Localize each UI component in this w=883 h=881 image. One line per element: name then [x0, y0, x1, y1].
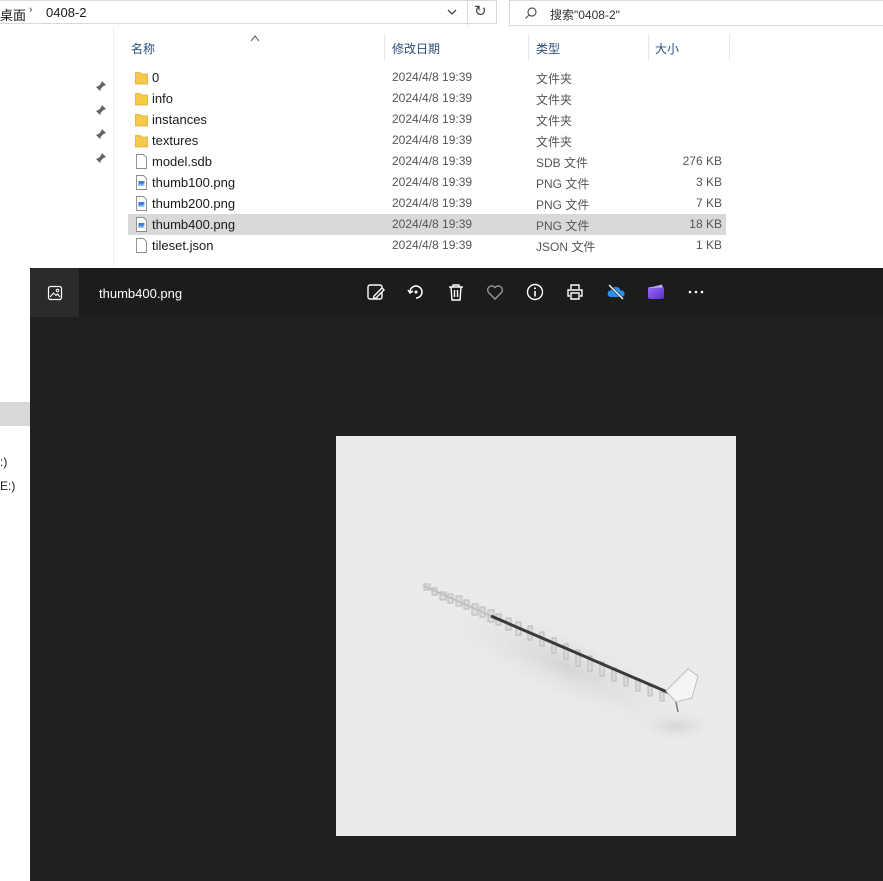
- file-type: PNG 文件: [536, 177, 590, 191]
- file-title: thumb400.png: [99, 286, 183, 301]
- file-row[interactable]: 0 2024/4/8 19:39 文件夹: [128, 67, 726, 88]
- file-type: 文件夹: [536, 135, 573, 149]
- file-row[interactable]: tileset.json 2024/4/8 19:39 JSON 文件 1 KB: [128, 235, 726, 256]
- breadcrumb-folder[interactable]: 0408-2: [46, 5, 86, 20]
- file-modified: 2024/4/8 19:39: [392, 175, 473, 189]
- folder-icon: [135, 133, 148, 148]
- file-name: thumb400.png: [152, 217, 236, 232]
- file-icon: [135, 238, 148, 253]
- image-file-icon: [135, 217, 148, 232]
- clipchamp-icon[interactable]: [646, 282, 666, 302]
- file-size: 18 KB: [689, 217, 722, 231]
- photos-app-icon: [47, 285, 63, 301]
- viewer-toolbar: thumb400.png: [30, 268, 883, 317]
- image-file-icon: [135, 196, 148, 211]
- sidebar-drive-label[interactable]: :): [0, 455, 7, 469]
- pin-icon[interactable]: [95, 128, 107, 140]
- file-name: thumb200.png: [152, 196, 236, 211]
- favorite-icon[interactable]: [485, 282, 505, 302]
- file-modified: 2024/4/8 19:39: [392, 70, 473, 84]
- folder-icon: [135, 112, 148, 127]
- file-modified: 2024/4/8 19:39: [392, 238, 473, 252]
- info-icon[interactable]: [525, 282, 545, 302]
- file-name: model.sdb: [152, 154, 212, 169]
- file-name: thumb100.png: [152, 175, 236, 190]
- folder-icon: [135, 91, 148, 106]
- file-modified: 2024/4/8 19:39: [392, 133, 473, 147]
- file-size: 3 KB: [695, 175, 722, 189]
- pin-icon[interactable]: [95, 80, 107, 92]
- more-icon[interactable]: [686, 282, 706, 302]
- sidebar-drive-label[interactable]: E:): [0, 479, 15, 493]
- file-type: 文件夹: [536, 114, 573, 128]
- search-icon: [524, 6, 538, 20]
- column-header-size[interactable]: 大小: [649, 34, 729, 60]
- file-type: 文件夹: [536, 93, 573, 107]
- file-modified: 2024/4/8 19:39: [392, 217, 473, 231]
- refresh-icon[interactable]: ↻: [474, 2, 487, 20]
- file-row[interactable]: info 2024/4/8 19:39 文件夹: [128, 88, 726, 109]
- file-size: 276 KB: [682, 154, 722, 168]
- column-divider[interactable]: [729, 34, 730, 60]
- search-input[interactable]: 搜索"0408-2": [509, 0, 883, 26]
- file-row[interactable]: thumb100.png 2024/4/8 19:39 PNG 文件 3 KB: [128, 172, 726, 193]
- address-bar[interactable]: 桌面 › 0408-2 ↻: [0, 0, 497, 25]
- pin-icon[interactable]: [95, 152, 107, 164]
- breadcrumb-desktop[interactable]: 桌面: [0, 5, 26, 24]
- file-type: 文件夹: [536, 72, 573, 86]
- file-size: 7 KB: [695, 196, 722, 210]
- file-name: textures: [152, 133, 199, 148]
- edit-icon[interactable]: [366, 282, 386, 302]
- image-file-icon: [135, 175, 148, 190]
- file-name: instances: [152, 112, 207, 127]
- file-row[interactable]: thumb400.png 2024/4/8 19:39 PNG 文件 18 KB: [128, 214, 726, 235]
- displayed-image[interactable]: [336, 436, 736, 836]
- file-icon: [135, 154, 148, 169]
- navigation-pane: [0, 26, 114, 268]
- column-header-type[interactable]: 类型: [529, 34, 648, 60]
- column-header-modified[interactable]: 修改日期: [385, 34, 528, 60]
- file-row[interactable]: model.sdb 2024/4/8 19:39 SDB 文件 276 KB: [128, 151, 726, 172]
- photo-viewer-window: thumb400.png: [30, 268, 883, 881]
- column-header-name[interactable]: 名称: [128, 34, 384, 60]
- print-icon[interactable]: [565, 282, 585, 302]
- delete-icon[interactable]: [446, 282, 466, 302]
- thumbnail-render: [418, 583, 721, 744]
- sidebar-item-selected[interactable]: [0, 402, 30, 426]
- breadcrumb-separator-icon: ›: [29, 4, 33, 16]
- folder-icon: [135, 70, 148, 85]
- file-type: JSON 文件: [536, 240, 596, 254]
- divider: [467, 1, 468, 25]
- file-name: tileset.json: [152, 238, 214, 253]
- file-modified: 2024/4/8 19:39: [392, 112, 473, 126]
- file-size: 1 KB: [695, 238, 722, 252]
- file-name: info: [152, 91, 173, 106]
- file-modified: 2024/4/8 19:39: [392, 154, 473, 168]
- file-modified: 2024/4/8 19:39: [392, 91, 473, 105]
- file-type: SDB 文件: [536, 156, 589, 170]
- chevron-down-icon[interactable]: [444, 4, 460, 20]
- file-row[interactable]: textures 2024/4/8 19:39 文件夹: [128, 130, 726, 151]
- rotate-icon[interactable]: [406, 282, 426, 302]
- onedrive-icon[interactable]: [606, 282, 626, 302]
- search-placeholder: 搜索"0408-2": [550, 8, 620, 22]
- file-row[interactable]: instances 2024/4/8 19:39 文件夹: [128, 109, 726, 130]
- file-type: PNG 文件: [536, 198, 590, 212]
- file-name: 0: [152, 70, 160, 85]
- pin-icon[interactable]: [95, 104, 107, 116]
- file-modified: 2024/4/8 19:39: [392, 196, 473, 210]
- file-row[interactable]: thumb200.png 2024/4/8 19:39 PNG 文件 7 KB: [128, 193, 726, 214]
- file-type: PNG 文件: [536, 219, 590, 233]
- gallery-button[interactable]: [30, 268, 79, 317]
